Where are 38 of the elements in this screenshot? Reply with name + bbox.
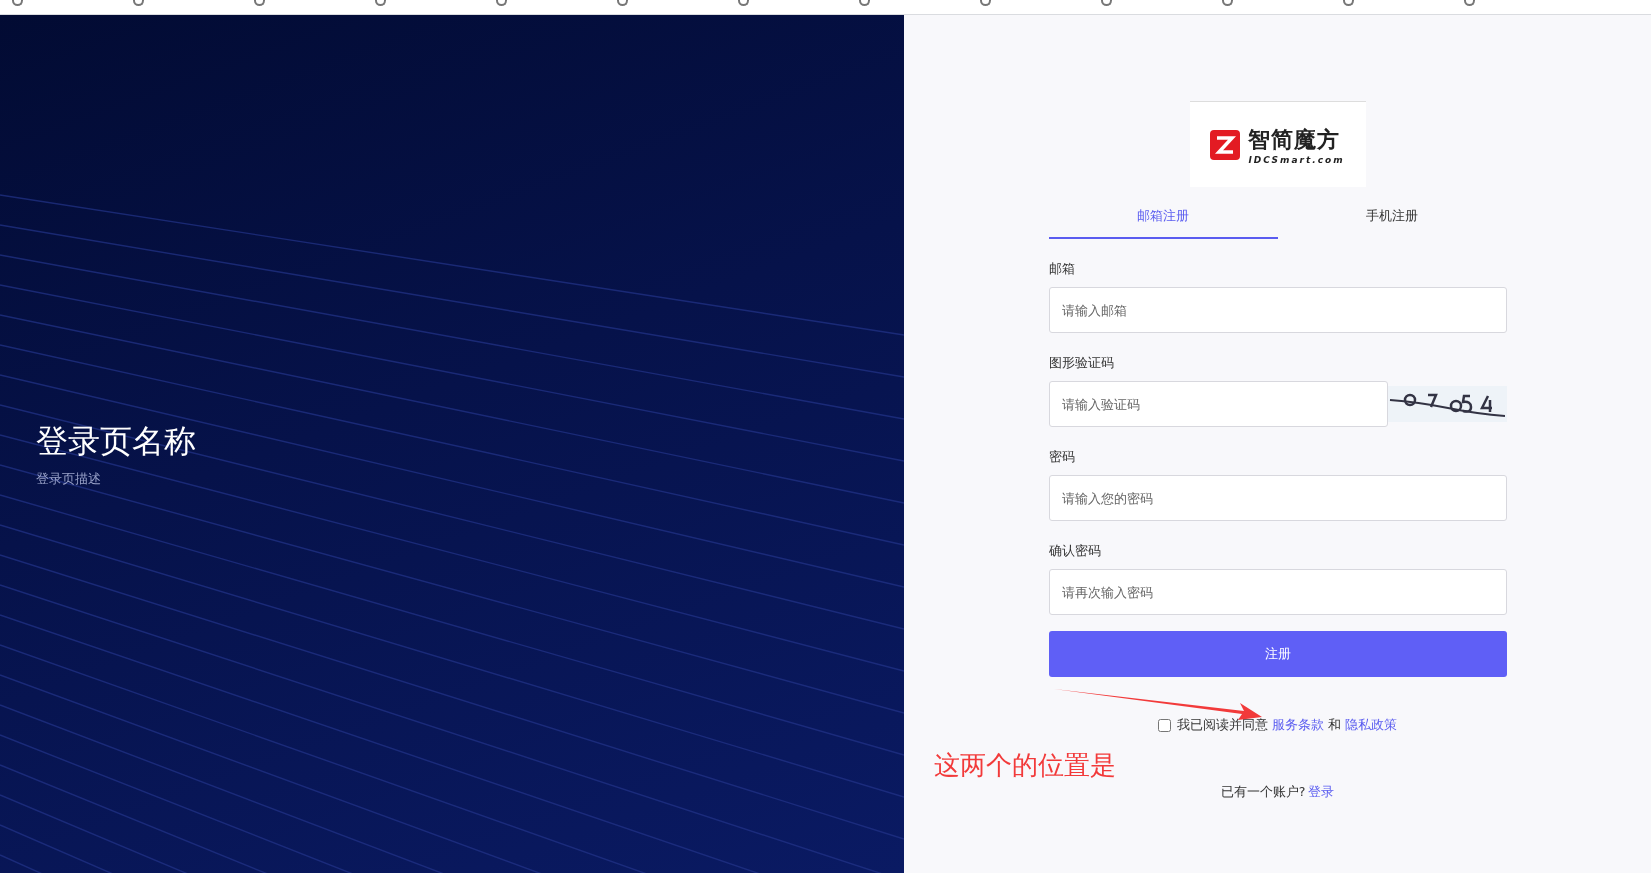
- privacy-link[interactable]: 隐私政策: [1345, 717, 1397, 734]
- bookmark-icon[interactable]: [1222, 0, 1233, 6]
- bookmark-icon[interactable]: [254, 0, 265, 6]
- agree-checkbox[interactable]: [1158, 719, 1171, 732]
- hero-description: 登录页描述: [36, 470, 102, 488]
- bookmark-icon[interactable]: [1101, 0, 1112, 6]
- bookmark-icon[interactable]: [738, 0, 749, 6]
- bookmark-icon[interactable]: [12, 0, 23, 6]
- hero-title: 登录页名称: [36, 421, 197, 462]
- register-button[interactable]: 注册: [1048, 631, 1507, 677]
- field-label: 图形验证码: [1048, 355, 1115, 372]
- login-link[interactable]: 登录: [1308, 784, 1335, 801]
- bookmark-icon[interactable]: [617, 0, 628, 6]
- terms-link[interactable]: 服务条款: [1272, 717, 1324, 734]
- logo-mark-icon: [1210, 129, 1241, 160]
- bookmark-icon[interactable]: [375, 0, 386, 6]
- logo-name: 智简魔方: [1248, 125, 1342, 154]
- register-tab[interactable]: 邮箱注册: [1048, 195, 1278, 239]
- bookmark-icon[interactable]: [133, 0, 144, 6]
- bookmark-icon[interactable]: [859, 0, 870, 6]
- bookmark-icon[interactable]: [1343, 0, 1354, 6]
- login-prompt-text: 已有一个账户?: [1220, 784, 1306, 801]
- captcha-image[interactable]: [1387, 386, 1507, 422]
- annotation-text: 这两个的位置是: [934, 749, 1116, 782]
- bookmark-icon[interactable]: [1464, 0, 1475, 6]
- field-label: 邮箱: [1048, 261, 1076, 278]
- bookmark-icon[interactable]: [496, 0, 507, 6]
- input-field[interactable]: 请再次输入密码: [1048, 569, 1507, 615]
- and-text: 和: [1328, 717, 1341, 734]
- input-field[interactable]: 请输入您的密码: [1048, 475, 1507, 521]
- bookmark-icon[interactable]: [980, 0, 991, 6]
- input-field[interactable]: 请输入验证码: [1048, 381, 1388, 427]
- agree-text: 我已阅读并同意: [1177, 717, 1268, 734]
- field-label: 确认密码: [1048, 543, 1102, 560]
- field-label: 密码: [1048, 449, 1076, 466]
- logo-domain: IDCSmart.com: [1248, 154, 1345, 165]
- input-field[interactable]: 请输入邮箱: [1048, 287, 1507, 333]
- register-tab[interactable]: 手机注册: [1277, 195, 1507, 239]
